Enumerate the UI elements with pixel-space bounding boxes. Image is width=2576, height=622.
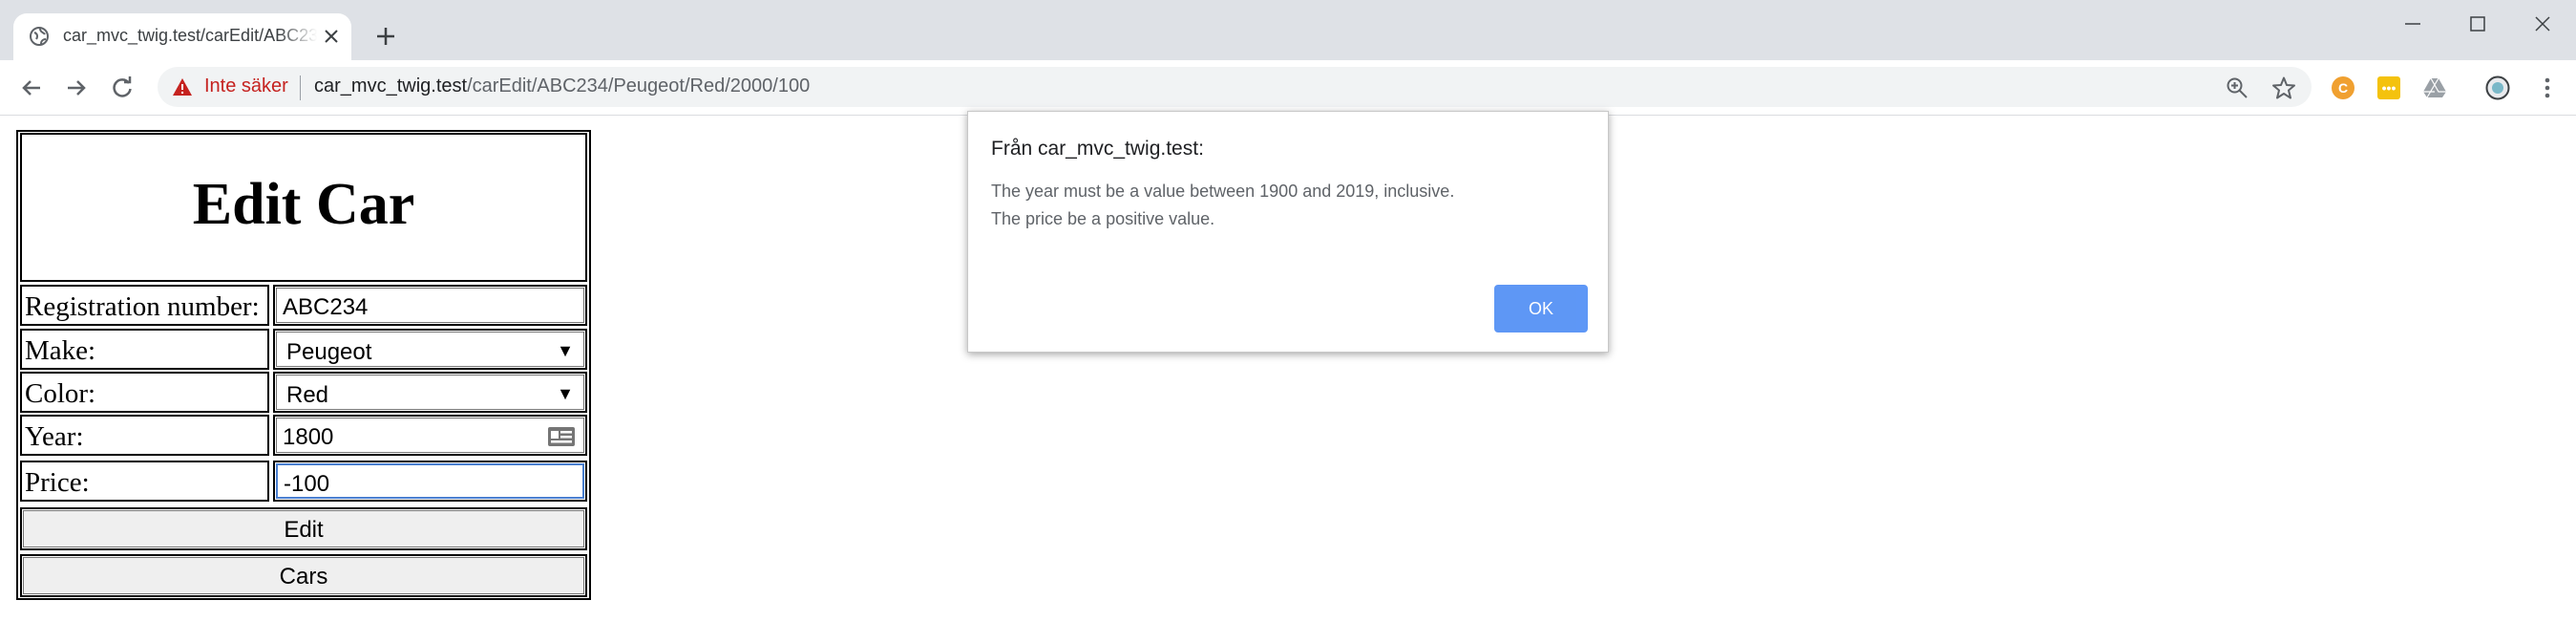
- autofill-card-icon[interactable]: [547, 425, 576, 448]
- not-secure-label[interactable]: Inte säker: [204, 75, 288, 97]
- price-label: Price:: [25, 467, 90, 498]
- price-cell: -100: [273, 461, 587, 502]
- menu-kebab-icon[interactable]: [2535, 75, 2560, 100]
- close-tab-icon[interactable]: [323, 28, 340, 45]
- color-label: Color:: [25, 378, 96, 409]
- minimize-icon[interactable]: [2400, 11, 2425, 36]
- registration-input[interactable]: ABC234: [276, 288, 584, 323]
- url-host: car_mvc_twig.test: [314, 75, 468, 97]
- new-tab-icon[interactable]: [374, 25, 397, 48]
- color-select[interactable]: Red ▼: [276, 375, 584, 410]
- make-label-cell: Make:: [20, 329, 269, 370]
- dialog-message-line2: The price be a positive value.: [991, 209, 1215, 228]
- forward-arrow-icon[interactable]: [62, 74, 91, 102]
- dropdown-arrow-icon: ▼: [557, 341, 574, 360]
- extension-c-icon[interactable]: C: [2332, 76, 2354, 99]
- price-label-cell: Price:: [20, 461, 269, 502]
- price-input[interactable]: -100: [276, 463, 584, 499]
- cars-button-cell: Cars: [20, 554, 587, 597]
- year-input[interactable]: 1800: [276, 418, 584, 453]
- make-select[interactable]: Peugeot ▼: [276, 332, 584, 367]
- globe-icon: [30, 27, 49, 46]
- tab-title: car_mvc_twig.test/carEdit/ABC234/Peugeot…: [63, 26, 317, 45]
- browser-tab[interactable]: car_mvc_twig.test/carEdit/ABC234/Peugeot…: [13, 13, 351, 60]
- registration-value: ABC234: [283, 294, 369, 320]
- dialog-title: Från car_mvc_twig.test:: [991, 138, 1204, 160]
- registration-cell: ABC234: [273, 285, 587, 326]
- color-value: Red: [286, 382, 329, 408]
- reload-icon[interactable]: [108, 74, 137, 102]
- url-text[interactable]: car_mvc_twig.test/carEdit/ABC234/Peugeot…: [314, 75, 810, 97]
- cars-button[interactable]: Cars: [23, 557, 584, 594]
- dropdown-arrow-icon: ▼: [557, 384, 574, 403]
- year-label: Year:: [25, 421, 84, 452]
- bookmark-star-icon[interactable]: [2271, 75, 2296, 100]
- tab-strip: car_mvc_twig.test/carEdit/ABC234/Peugeot…: [0, 0, 2576, 60]
- edit-button[interactable]: Edit: [23, 510, 584, 547]
- omnibox-separator: [300, 75, 301, 100]
- make-cell: Peugeot ▼: [273, 329, 587, 370]
- browser-toolbar: Inte säker car_mvc_twig.test/carEdit/ABC…: [0, 60, 2576, 116]
- profile-avatar-icon[interactable]: [2485, 75, 2510, 100]
- year-label-cell: Year:: [20, 415, 269, 456]
- maximize-icon[interactable]: [2465, 11, 2490, 36]
- page-title: Edit Car: [192, 172, 415, 237]
- warning-icon[interactable]: [172, 77, 193, 97]
- registration-label: Registration number:: [25, 291, 260, 322]
- url-path: /carEdit/ABC234/Peugeot/Red/2000/100: [467, 75, 811, 97]
- edit-button-cell: Edit: [20, 507, 587, 550]
- dialog-message-line1: The year must be a value between 1900 an…: [991, 182, 1455, 201]
- drive-icon[interactable]: [2422, 75, 2447, 100]
- registration-label-cell: Registration number:: [20, 285, 269, 326]
- color-cell: Red ▼: [273, 372, 587, 413]
- extension-notes-icon[interactable]: •••: [2377, 76, 2400, 99]
- year-cell: 1800: [273, 415, 587, 456]
- alert-dialog: Från car_mvc_twig.test: The year must be…: [967, 111, 1609, 353]
- make-label: Make:: [25, 335, 96, 366]
- ok-button[interactable]: OK: [1494, 285, 1588, 332]
- color-label-cell: Color:: [20, 372, 269, 413]
- zoom-icon[interactable]: [2225, 75, 2249, 100]
- price-value: -100: [284, 471, 330, 497]
- year-value: 1800: [283, 424, 334, 450]
- close-window-icon[interactable]: [2530, 11, 2555, 36]
- heading-cell: Edit Car: [20, 133, 587, 282]
- make-value: Peugeot: [286, 339, 372, 365]
- back-arrow-icon[interactable]: [17, 74, 46, 102]
